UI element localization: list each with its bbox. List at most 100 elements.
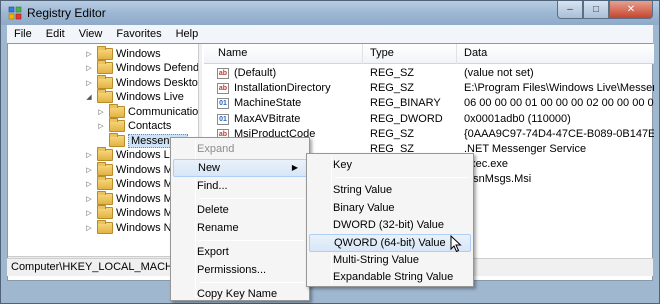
value-name: (Default) — [234, 67, 277, 79]
value-row[interactable]: 01 MachineState REG_BINARY 06 00 00 00 01 0… — [204, 96, 654, 111]
menu-item-label: String Value — [333, 184, 393, 197]
menu-separator — [199, 240, 305, 241]
tree-item-label: Contacts — [128, 120, 172, 132]
menu-item-label: Key — [333, 159, 352, 171]
menu-item-rename[interactable]: Rename — [173, 219, 307, 237]
value-data: 0x0001adb0 (110000) — [464, 112, 571, 125]
menu-favorites[interactable]: Favorites — [109, 28, 168, 40]
tree-item-label: Windows Desktop S — [116, 76, 198, 89]
tree-item-label: Windows Defender — [116, 62, 198, 74]
tree-item[interactable]: ▷ Communicatio — [96, 103, 198, 119]
menu-item-delete[interactable]: Delete — [173, 201, 307, 219]
tree-item[interactable]: ▷ Contacts — [96, 118, 172, 134]
expand-arrow-icon[interactable]: ▷ — [96, 122, 106, 130]
menu-item-label: Expandable String Value — [333, 271, 454, 284]
menu-item-permissions[interactable]: Permissions... — [173, 261, 307, 279]
folder-icon — [97, 89, 113, 103]
menu-item-dword-32-bit-value[interactable]: DWORD (32-bit) Value — [309, 216, 471, 234]
expand-arrow-icon[interactable]: ▷ — [96, 108, 106, 116]
close-button[interactable]: ✕ — [609, 1, 653, 19]
menu-item-label: Multi-String Value — [333, 254, 419, 266]
tree-item-label: Windows — [116, 47, 161, 60]
tree-item[interactable]: ▷ Windows NT — [84, 219, 179, 235]
menu-item-label: Binary Value — [333, 201, 395, 214]
menu-item-qword-64-bit-value[interactable]: QWORD (64-bit) Value — [309, 233, 471, 252]
menu-edit[interactable]: Edit — [39, 28, 72, 40]
column-header-data[interactable]: Data — [464, 47, 487, 59]
menu-item-label: Export — [197, 245, 229, 258]
value-data: E:\Program Files\Windows Live\Messenger\ — [464, 82, 654, 95]
registry-editor-icon — [8, 6, 22, 20]
value-name: InstallationDirectory — [234, 82, 331, 95]
menu-item-label: Find... — [197, 180, 228, 192]
menu-item-expand[interactable]: Expand — [173, 140, 307, 158]
column-header-name[interactable]: Name — [218, 47, 247, 59]
expand-arrow-icon[interactable]: ▷ — [84, 151, 94, 159]
registry-editor-window: Registry Editor – □ ✕ File Edit View Fav… — [0, 0, 660, 304]
menu-file[interactable]: File — [7, 28, 39, 40]
menu-item-string-value[interactable]: String Value — [309, 181, 471, 199]
value-type: REG_BINARY — [370, 97, 441, 110]
list-header: Name Type Data — [204, 44, 654, 64]
menu-item-export[interactable]: Export — [173, 243, 307, 261]
column-divider[interactable] — [456, 44, 457, 64]
value-name: MachineState — [234, 97, 302, 110]
value-row[interactable]: ab InstallationDirectory REG_SZ E:\Program … — [204, 81, 654, 96]
folder-icon — [97, 205, 113, 219]
menu-item-key[interactable]: Key — [309, 156, 471, 174]
menu-item-multi-string-value[interactable]: Multi-String Value — [309, 251, 471, 269]
menu-item-label: Permissions... — [197, 264, 267, 276]
value-row[interactable]: ab (Default) REG_SZ (value not set) — [204, 66, 654, 81]
expand-arrow-icon[interactable]: ▷ — [84, 209, 94, 217]
folder-icon — [97, 190, 113, 205]
new-submenu: Key String Value Binary Value DWORD (32-bit… — [306, 153, 474, 287]
string-value-icon: ab — [217, 68, 229, 79]
value-type: REG_SZ — [370, 82, 415, 95]
tree-item[interactable]: ▷ Windows Desktop S — [84, 74, 198, 90]
maximize-button[interactable]: □ — [583, 1, 609, 19]
value-name: MaxAVBitrate — [234, 112, 301, 125]
tree-item-label: Windows NT — [116, 221, 179, 234]
tree-item[interactable]: ▷ Windows — [84, 45, 161, 61]
tree-item[interactable]: ▷ Windows Mail — [84, 161, 184, 177]
folder-icon — [109, 118, 125, 132]
folder-icon — [97, 219, 113, 234]
tree-item[interactable]: ▷ Windows Live — [84, 147, 184, 163]
menu-item-find[interactable]: Find... — [173, 177, 307, 195]
column-divider[interactable] — [362, 44, 363, 64]
menu-item-new[interactable]: New ▶ — [173, 158, 307, 177]
menu-item-label: Rename — [197, 222, 239, 234]
menu-item-expandable-string-value[interactable]: Expandable String Value — [309, 268, 471, 286]
column-header-type[interactable]: Type — [370, 47, 394, 59]
expand-arrow-icon[interactable]: ▷ — [84, 224, 94, 232]
expand-arrow-icon[interactable]: ▷ — [84, 79, 94, 87]
title-bar[interactable]: Registry Editor – □ ✕ — [1, 1, 659, 25]
menu-item-copy-key-name[interactable]: Copy Key Name — [173, 285, 307, 303]
menu-view[interactable]: View — [72, 28, 110, 40]
minimize-button[interactable]: – — [557, 1, 583, 19]
expand-arrow-icon[interactable]: ▷ — [84, 50, 94, 58]
value-data: 06 00 00 00 01 00 00 00 02 00 00 00 00 0… — [464, 97, 654, 110]
expand-arrow-icon[interactable]: ▷ — [84, 195, 94, 203]
menu-item-label: New — [198, 161, 221, 174]
value-type: REG_SZ — [370, 127, 415, 140]
folder-icon — [109, 132, 125, 147]
folder-icon — [97, 176, 113, 190]
menu-bar: File Edit View Favorites Help — [7, 25, 653, 43]
tree-item[interactable]: ▷ Windows Defender — [84, 60, 198, 76]
expand-arrow-icon[interactable]: ▷ — [84, 166, 94, 174]
expand-arrow-icon[interactable]: ◢ — [84, 93, 94, 101]
value-data: (value not set) — [464, 67, 534, 79]
menu-help[interactable]: Help — [169, 28, 206, 40]
value-row[interactable]: 01 MaxAVBitrate REG_DWORD 0x0001adb0 (11000… — [204, 112, 654, 127]
window-title: Registry Editor — [27, 6, 106, 20]
menu-item-label: Copy Key Name — [197, 287, 278, 300]
context-menu: Expand New ▶ Find... Delete Rename Export Permi… — [170, 137, 310, 301]
binary-value-icon: 01 — [217, 113, 229, 125]
expand-arrow-icon[interactable]: ▷ — [84, 180, 94, 188]
window-controls: – □ ✕ — [557, 1, 653, 21]
expand-arrow-icon[interactable]: ▷ — [84, 64, 94, 72]
menu-item-label: DWORD (32-bit) Value — [333, 219, 445, 232]
tree-item[interactable]: ◢ Windows Live — [84, 89, 184, 105]
menu-item-binary-value[interactable]: Binary Value — [309, 199, 471, 217]
